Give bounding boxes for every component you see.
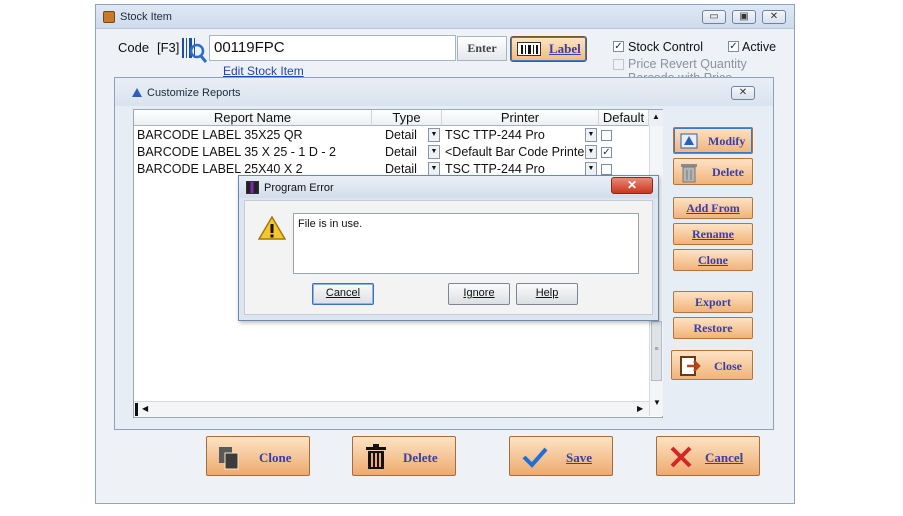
horizontal-scroll-thumb[interactable] [135, 403, 138, 416]
barcode-icon [517, 42, 541, 56]
type-dropdown[interactable]: ▼ [428, 145, 440, 159]
delete-bottom-button[interactable]: Delete [352, 436, 456, 476]
save-bottom-label: Save [566, 450, 592, 465]
report-name-cell: BARCODE LABEL 35 X 25 - 1 D - 2 [137, 145, 336, 159]
scroll-up-arrow[interactable]: ▲ [649, 110, 663, 126]
error-app-icon [246, 181, 259, 194]
error-help-button[interactable]: Help [516, 283, 578, 305]
copy-icon [219, 447, 239, 470]
cancel-bottom-button[interactable]: Cancel [656, 436, 760, 476]
error-title: Program Error [264, 182, 334, 194]
code-input[interactable]: 00119FPC [209, 35, 456, 61]
stock-control-checkbox[interactable]: ✓ [613, 41, 624, 52]
warning-icon [258, 215, 286, 240]
default-checkbox[interactable]: ✓ [601, 147, 612, 158]
add-from-button[interactable]: Add From [673, 197, 753, 219]
edit-stock-item-link[interactable]: Edit Stock Item [223, 64, 304, 78]
customize-close-button[interactable]: ✕ [731, 86, 755, 100]
maximize-button[interactable]: ▣ [732, 10, 756, 24]
window-titlebar: Stock Item ▭ ▣ ✕ [96, 5, 794, 29]
close-window-button[interactable]: ✕ [762, 10, 786, 24]
scroll-left-arrow[interactable]: ◀ [142, 404, 148, 413]
type-dropdown[interactable]: ▼ [428, 128, 440, 142]
rename-button[interactable]: Rename [673, 223, 753, 245]
exit-icon [680, 356, 701, 376]
modify-label: Modify [708, 134, 746, 148]
default-checkbox[interactable] [601, 164, 612, 175]
close-customize-label: Close [714, 359, 742, 373]
minimize-button[interactable]: ▭ [702, 10, 726, 24]
code-label: Code [118, 40, 150, 55]
horizontal-scrollbar[interactable]: ◀ ▶ [134, 401, 649, 417]
program-error-dialog: Program Error ✕ File is in use. Cancel I… [238, 175, 659, 321]
printer-dropdown[interactable]: ▼ [585, 162, 597, 176]
table-row[interactable]: BARCODE LABEL 35X25 QR Detail ▼ TSC TTP-… [134, 127, 649, 144]
cancel-bottom-label: Cancel [705, 450, 744, 465]
delete-report-button[interactable]: Delete [673, 158, 753, 185]
error-close-button[interactable]: ✕ [611, 177, 653, 194]
clone-bottom-label: Clone [259, 450, 292, 465]
modify-button[interactable]: Modify [673, 127, 753, 154]
col-header-report-name[interactable]: Report Name [134, 110, 372, 126]
error-body: File is in use. Cancel Ignore Help [244, 200, 653, 315]
close-customize-button[interactable]: Close [671, 350, 753, 380]
delete-bottom-label: Delete [403, 450, 438, 465]
type-cell: Detail [385, 145, 417, 159]
default-checkbox[interactable] [601, 130, 612, 141]
trash-icon [366, 444, 386, 469]
col-header-printer[interactable]: Printer [442, 110, 599, 126]
stock-control-label: Stock Control [628, 40, 704, 54]
error-cancel-button[interactable]: Cancel [312, 283, 374, 305]
label-button-text: Label [549, 41, 581, 56]
x-icon [670, 446, 692, 468]
enter-button[interactable]: Enter [457, 36, 507, 61]
printer-cell: <Default Bar Code Printer> [445, 145, 584, 159]
type-cell: Detail [385, 128, 417, 142]
label-button[interactable]: Label [510, 36, 587, 62]
vertical-scroll-thumb[interactable]: ≡ [651, 321, 662, 381]
scroll-down-arrow[interactable]: ▼ [650, 398, 664, 410]
printer-dropdown[interactable]: ▼ [585, 128, 597, 142]
delete-report-label: Delete [712, 165, 744, 179]
scroll-right-arrow[interactable]: ▶ [637, 404, 643, 413]
active-label: Active [742, 40, 777, 54]
restore-button[interactable]: Restore [673, 317, 753, 339]
active-checkbox[interactable]: ✓ [728, 41, 739, 52]
export-button[interactable]: Export [673, 291, 753, 313]
customize-title: Customize Reports [147, 87, 241, 99]
report-name-cell: BARCODE LABEL 35X25 QR [137, 128, 303, 142]
printer-dropdown[interactable]: ▼ [585, 145, 597, 159]
modify-icon [680, 133, 698, 149]
code-shortcut: [F3] [157, 40, 180, 55]
checkmark-icon [522, 447, 548, 468]
error-message-box: File is in use. [293, 213, 639, 274]
col-header-type[interactable]: Type [372, 110, 442, 126]
window-title: Stock Item [120, 11, 172, 23]
price-revert-checkbox[interactable] [613, 59, 624, 70]
clone-report-button[interactable]: Clone [673, 249, 753, 271]
report-icon [132, 88, 142, 97]
save-bottom-button[interactable]: Save [509, 436, 613, 476]
customize-titlebar: Customize Reports ✕ [115, 78, 773, 106]
error-titlebar: Program Error ✕ [239, 176, 658, 198]
price-revert-label: Price Revert Quantity [628, 57, 747, 71]
type-dropdown[interactable]: ▼ [428, 162, 440, 176]
error-ignore-button[interactable]: Ignore [448, 283, 510, 305]
clone-bottom-button[interactable]: Clone [206, 436, 310, 476]
col-header-default[interactable]: Default [599, 110, 649, 126]
printer-cell: TSC TTP-244 Pro [445, 128, 545, 142]
app-icon [103, 11, 115, 23]
table-row[interactable]: BARCODE LABEL 35 X 25 - 1 D - 2 Detail ▼… [134, 144, 649, 161]
error-message: File is in use. [298, 218, 363, 230]
trash-icon [681, 164, 697, 183]
barcode-search-icon[interactable] [181, 36, 208, 64]
